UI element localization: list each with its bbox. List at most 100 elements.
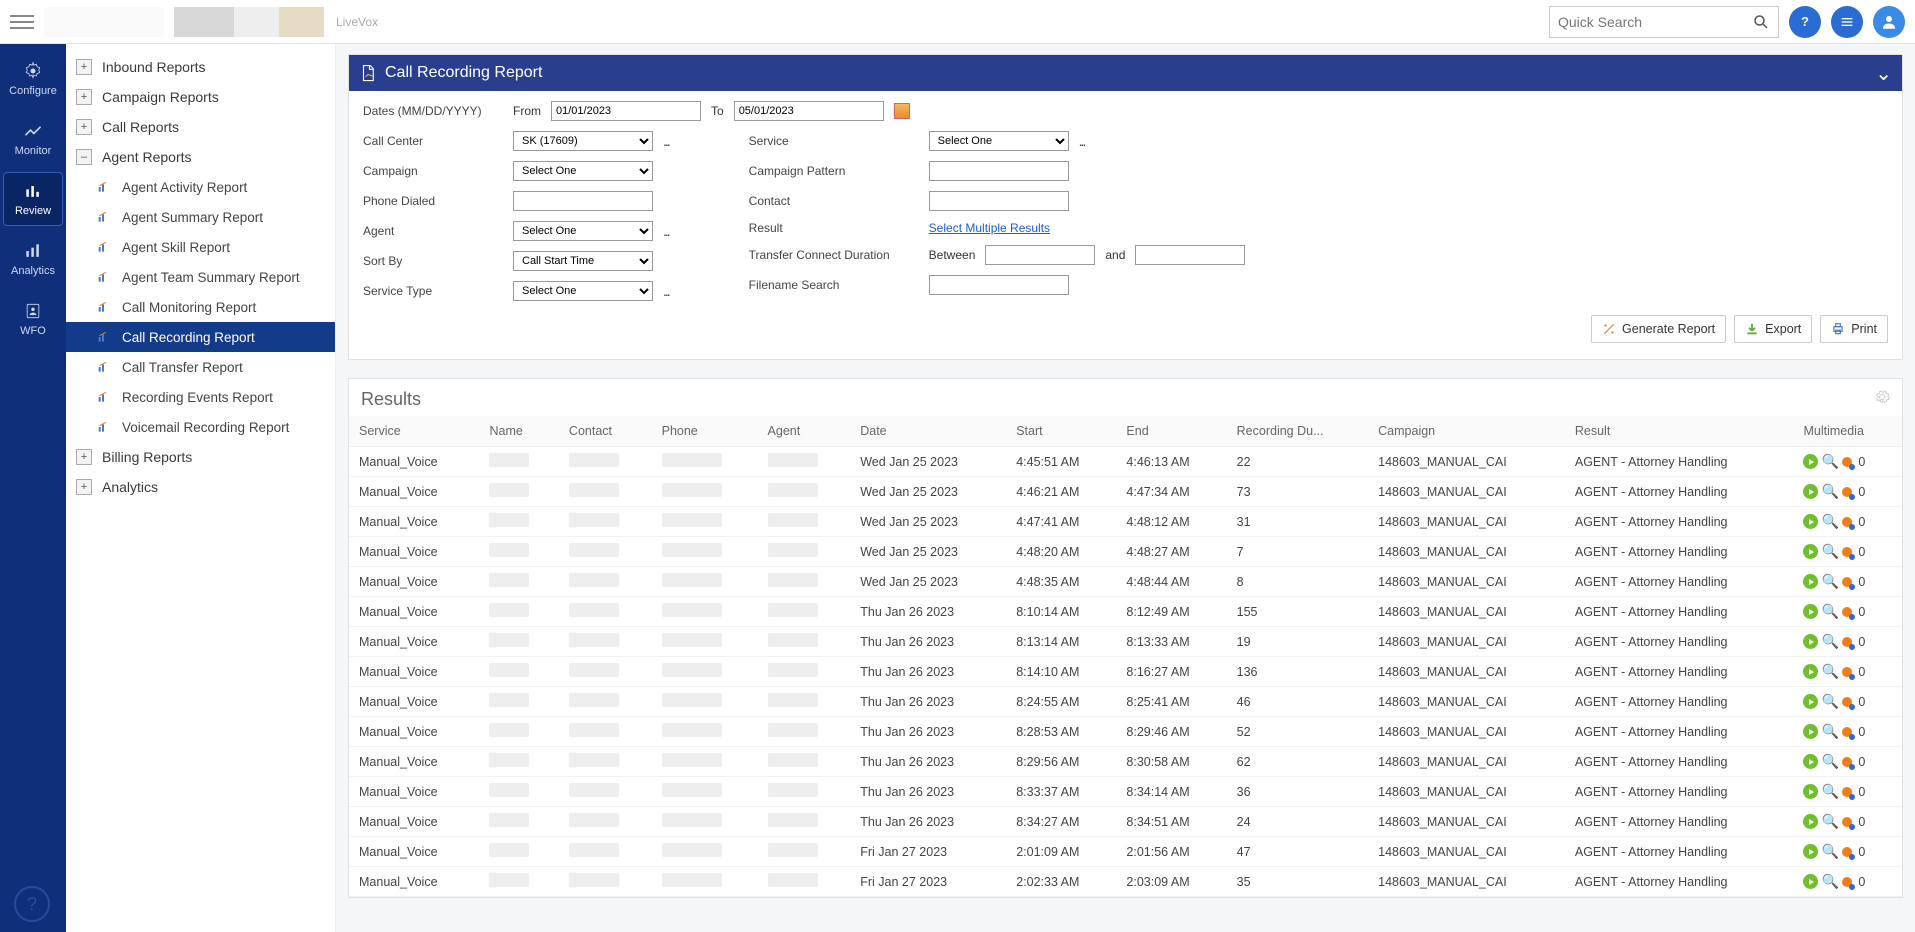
link-icon[interactable] — [1842, 697, 1852, 707]
search-small-icon[interactable]: 🔍 — [1821, 723, 1838, 740]
date-to-input[interactable] — [734, 101, 884, 121]
link-icon[interactable] — [1842, 457, 1852, 467]
play-icon[interactable] — [1803, 844, 1818, 859]
chevron-down-icon[interactable]: ⌄ — [1875, 61, 1892, 86]
table-row[interactable]: Manual_VoiceThu Jan 26 20238:28:53 AM8:2… — [349, 717, 1902, 747]
link-icon[interactable] — [1842, 787, 1852, 797]
col-recording-du-[interactable]: Recording Du... — [1227, 416, 1369, 447]
more-icon[interactable]: ... — [663, 283, 669, 299]
tree-agent-reports[interactable]: –Agent Reports — [66, 142, 335, 172]
col-contact[interactable]: Contact — [559, 416, 652, 447]
table-row[interactable]: Manual_VoiceWed Jan 25 20234:47:41 AM4:4… — [349, 507, 1902, 537]
menu-hamburger-icon[interactable] — [10, 10, 34, 34]
table-row[interactable]: Manual_VoiceFri Jan 27 20232:01:09 AM2:0… — [349, 837, 1902, 867]
search-small-icon[interactable]: 🔍 — [1821, 783, 1838, 800]
help-button[interactable]: ? — [1789, 6, 1821, 38]
table-row[interactable]: Manual_VoiceThu Jan 26 20238:29:56 AM8:3… — [349, 747, 1902, 777]
col-result[interactable]: Result — [1565, 416, 1794, 447]
play-icon[interactable] — [1803, 754, 1818, 769]
tree-inbound-reports[interactable]: +Inbound Reports — [66, 52, 335, 82]
agent-select[interactable]: Select One — [513, 221, 653, 241]
filename-input[interactable] — [929, 275, 1069, 295]
play-icon[interactable] — [1803, 694, 1818, 709]
expand-icon[interactable]: + — [76, 89, 92, 105]
tree-item-agent-team-summary-report[interactable]: Agent Team Summary Report — [66, 262, 335, 292]
tree-item-call-monitoring-report[interactable]: Call Monitoring Report — [66, 292, 335, 322]
table-row[interactable]: Manual_VoiceWed Jan 25 20234:48:35 AM4:4… — [349, 567, 1902, 597]
nav-review[interactable]: Review — [3, 172, 63, 226]
date-from-input[interactable] — [551, 101, 701, 121]
more-icon[interactable]: ... — [663, 223, 669, 239]
search-small-icon[interactable]: 🔍 — [1821, 453, 1838, 470]
play-icon[interactable] — [1803, 874, 1818, 889]
table-row[interactable]: Manual_VoiceThu Jan 26 20238:14:10 AM8:1… — [349, 657, 1902, 687]
export-button[interactable]: Export — [1734, 315, 1812, 343]
tree-item-agent-skill-report[interactable]: Agent Skill Report — [66, 232, 335, 262]
tcd-to-input[interactable] — [1135, 245, 1245, 265]
quick-search[interactable] — [1549, 6, 1779, 38]
tree-item-recording-events-report[interactable]: Recording Events Report — [66, 382, 335, 412]
sort-by-select[interactable]: Call Start Time — [513, 251, 653, 271]
tree-item-voicemail-recording-report[interactable]: Voicemail Recording Report — [66, 412, 335, 442]
nav-analytics[interactable]: Analytics — [3, 232, 63, 286]
nav-wfo[interactable]: WFO — [3, 292, 63, 346]
link-icon[interactable] — [1842, 877, 1852, 887]
tree-item-call-recording-report[interactable]: Call Recording Report — [66, 322, 335, 352]
link-icon[interactable] — [1842, 757, 1852, 767]
table-row[interactable]: Manual_VoiceWed Jan 25 20234:45:51 AM4:4… — [349, 447, 1902, 477]
tree-campaign-reports[interactable]: +Campaign Reports — [66, 82, 335, 112]
search-small-icon[interactable]: 🔍 — [1821, 843, 1838, 860]
table-row[interactable]: Manual_VoiceThu Jan 26 20238:10:14 AM8:1… — [349, 597, 1902, 627]
campaign-select[interactable]: Select One — [513, 161, 653, 181]
tcd-from-input[interactable] — [985, 245, 1095, 265]
col-service[interactable]: Service — [349, 416, 479, 447]
col-phone[interactable]: Phone — [652, 416, 758, 447]
search-small-icon[interactable]: 🔍 — [1821, 603, 1838, 620]
table-row[interactable]: Manual_VoiceThu Jan 26 20238:33:37 AM8:3… — [349, 777, 1902, 807]
tree-call-reports[interactable]: +Call Reports — [66, 112, 335, 142]
col-date[interactable]: Date — [850, 416, 1006, 447]
play-icon[interactable] — [1803, 724, 1818, 739]
generate-report-button[interactable]: Generate Report — [1591, 315, 1726, 343]
service-type-select[interactable]: Select One — [513, 281, 653, 301]
col-end[interactable]: End — [1116, 416, 1226, 447]
table-row[interactable]: Manual_VoiceThu Jan 26 20238:34:27 AM8:3… — [349, 807, 1902, 837]
play-icon[interactable] — [1803, 544, 1818, 559]
user-avatar-button[interactable] — [1873, 6, 1905, 38]
col-start[interactable]: Start — [1006, 416, 1116, 447]
link-icon[interactable] — [1842, 817, 1852, 827]
expand-icon[interactable]: + — [76, 119, 92, 135]
link-icon[interactable] — [1842, 487, 1852, 497]
select-multiple-results-link[interactable]: Select Multiple Results — [929, 221, 1050, 235]
search-small-icon[interactable]: 🔍 — [1821, 813, 1838, 830]
tree-item-agent-summary-report[interactable]: Agent Summary Report — [66, 202, 335, 232]
table-row[interactable]: Manual_VoiceThu Jan 26 20238:24:55 AM8:2… — [349, 687, 1902, 717]
service-select[interactable]: Select One — [929, 131, 1069, 151]
link-icon[interactable] — [1842, 547, 1852, 557]
search-small-icon[interactable]: 🔍 — [1821, 663, 1838, 680]
link-icon[interactable] — [1842, 637, 1852, 647]
nav-monitor[interactable]: Monitor — [3, 112, 63, 166]
print-button[interactable]: Print — [1820, 315, 1888, 343]
phone-dialed-input[interactable] — [513, 191, 653, 211]
table-row[interactable]: Manual_VoiceFri Jan 27 20232:02:33 AM2:0… — [349, 867, 1902, 897]
col-multimedia[interactable]: Multimedia — [1793, 416, 1902, 447]
search-small-icon[interactable]: 🔍 — [1821, 693, 1838, 710]
tree-analytics[interactable]: +Analytics — [66, 472, 335, 502]
search-small-icon[interactable]: 🔍 — [1821, 753, 1838, 770]
expand-icon[interactable]: + — [76, 59, 92, 75]
search-small-icon[interactable]: 🔍 — [1821, 573, 1838, 590]
more-icon[interactable]: ... — [1079, 133, 1085, 149]
play-icon[interactable] — [1803, 784, 1818, 799]
tree-item-agent-activity-report[interactable]: Agent Activity Report — [66, 172, 335, 202]
play-icon[interactable] — [1803, 514, 1818, 529]
search-small-icon[interactable]: 🔍 — [1821, 513, 1838, 530]
play-icon[interactable] — [1803, 664, 1818, 679]
search-small-icon[interactable]: 🔍 — [1821, 873, 1838, 890]
campaign-pattern-input[interactable] — [929, 161, 1069, 181]
call-center-select[interactable]: SK (17609) — [513, 131, 653, 151]
play-icon[interactable] — [1803, 484, 1818, 499]
play-icon[interactable] — [1803, 814, 1818, 829]
more-icon[interactable]: ... — [663, 133, 669, 149]
link-icon[interactable] — [1842, 517, 1852, 527]
